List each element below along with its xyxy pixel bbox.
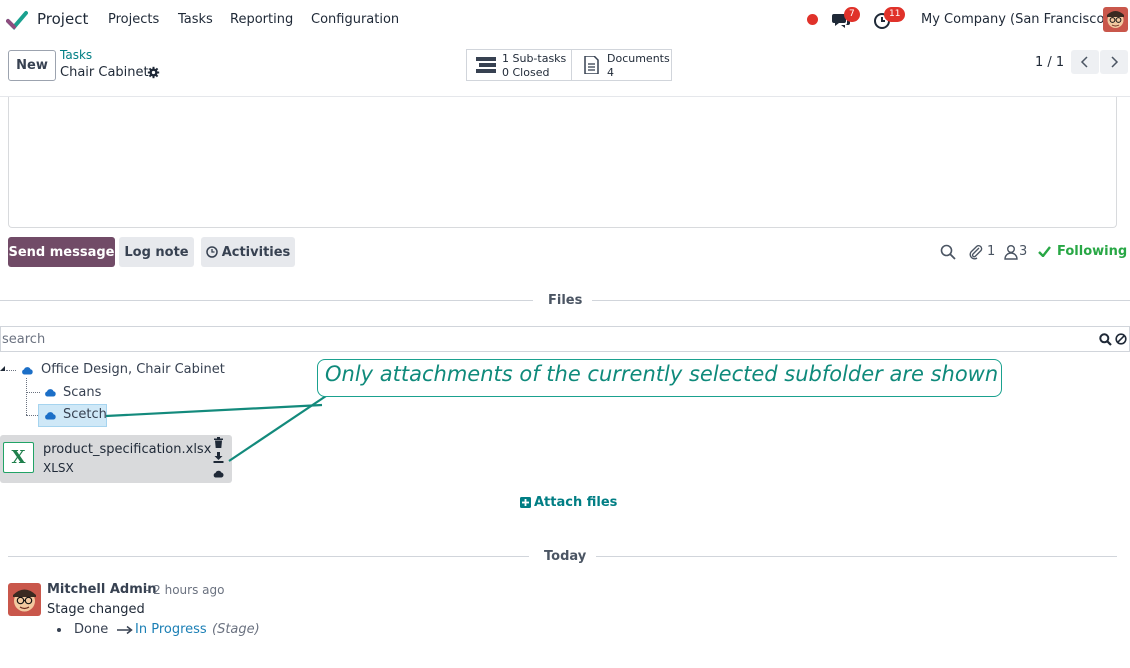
message-body: Stage changed xyxy=(47,602,145,617)
callout-pointer-lines xyxy=(105,395,327,462)
annotation-callout-text: Only attachments of the currently select… xyxy=(325,362,999,386)
day-separator-label: Today xyxy=(544,549,587,564)
message-author[interactable]: Mitchell Admin xyxy=(47,582,156,597)
today-separator-left xyxy=(8,556,529,557)
tracking-bullet xyxy=(57,628,61,632)
tracking-old-value: Done xyxy=(74,622,109,637)
plus-square-icon[interactable] xyxy=(520,497,531,508)
arrow-right-icon xyxy=(117,625,133,635)
author-avatar[interactable] xyxy=(8,583,41,616)
tracking-new-value: In Progress xyxy=(135,622,207,637)
attach-files-link[interactable]: Attach files xyxy=(534,495,617,510)
tracking-field-name: (Stage) xyxy=(212,622,260,637)
today-separator-right xyxy=(596,556,1117,557)
message-date: - 2 hours ago xyxy=(145,583,225,597)
